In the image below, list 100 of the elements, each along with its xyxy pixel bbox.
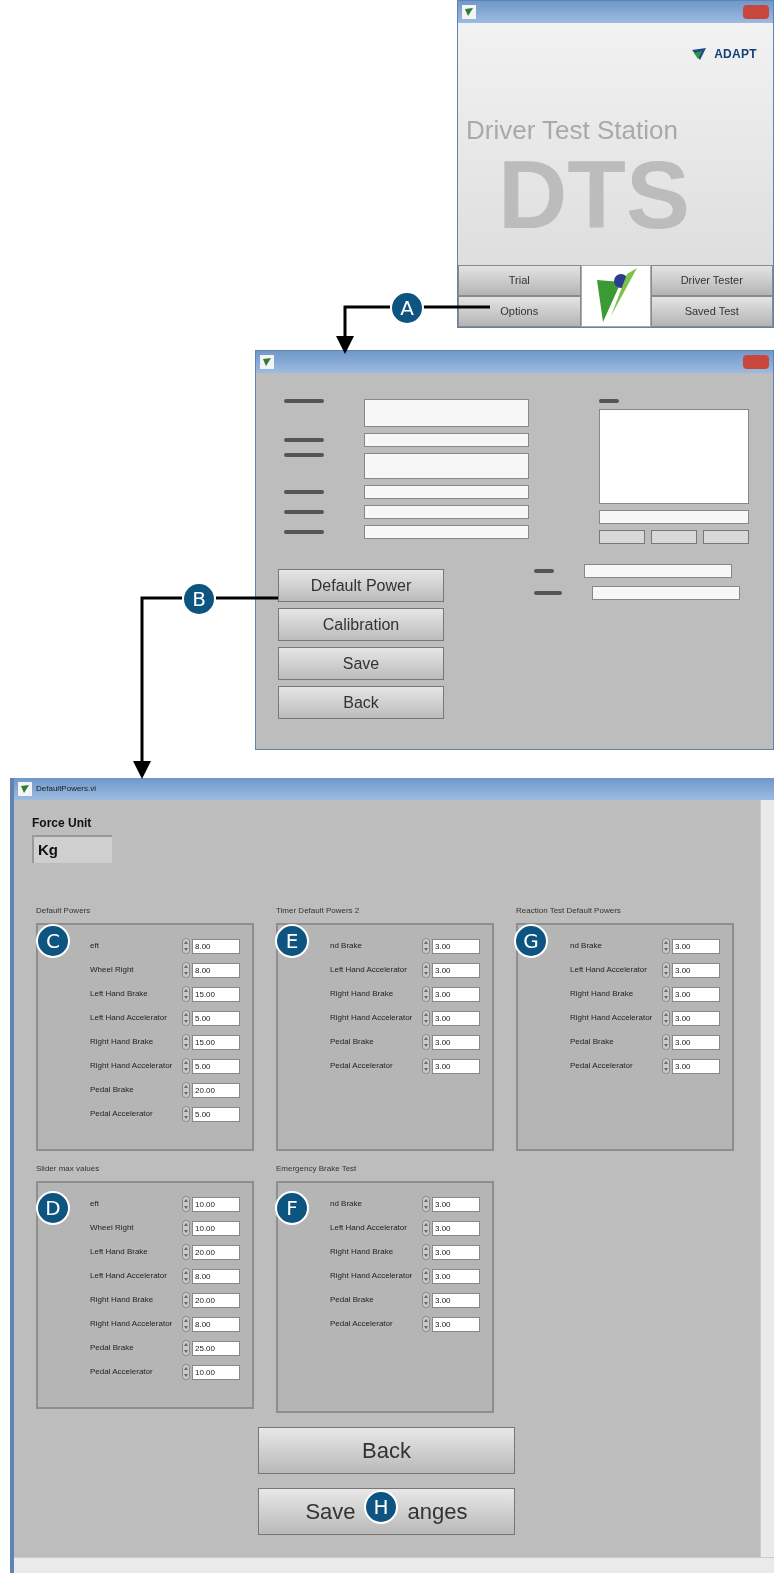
number-field[interactable]: 3.00: [672, 962, 720, 978]
field-label: Pedal Brake: [90, 1342, 135, 1354]
spinner-icon[interactable]: [422, 1034, 430, 1050]
spinner-icon[interactable]: [182, 1268, 190, 1284]
field-label: Pedal Brake: [330, 1036, 375, 1048]
number-field[interactable]: 5.00: [192, 1106, 240, 1122]
input-field[interactable]: [364, 399, 529, 427]
number-field[interactable]: 20.00: [192, 1082, 240, 1098]
number-field[interactable]: 3.00: [432, 1010, 480, 1026]
number-field[interactable]: 10.00: [192, 1196, 240, 1212]
spinner-icon[interactable]: [662, 962, 670, 978]
number-field[interactable]: 3.00: [432, 1196, 480, 1212]
number-field[interactable]: 5.00: [192, 1058, 240, 1074]
number-field[interactable]: 3.00: [432, 1034, 480, 1050]
number-field[interactable]: 10.00: [192, 1364, 240, 1380]
spinner-icon[interactable]: [422, 1316, 430, 1332]
spinner-icon[interactable]: [422, 1058, 430, 1074]
number-field[interactable]: 3.00: [672, 986, 720, 1002]
small-button[interactable]: [703, 530, 749, 544]
small-button[interactable]: [651, 530, 697, 544]
menu-button[interactable]: Saved Test: [650, 296, 773, 327]
input-field[interactable]: [364, 485, 529, 499]
number-field[interactable]: 3.00: [672, 1010, 720, 1026]
menu-button[interactable]: Driver Tester: [650, 265, 773, 296]
spinner-icon[interactable]: [182, 962, 190, 978]
number-field[interactable]: 3.00: [432, 986, 480, 1002]
horizontal-scrollbar[interactable]: [14, 1557, 774, 1573]
spinner-icon[interactable]: [182, 986, 190, 1002]
spinner-icon[interactable]: [182, 1034, 190, 1050]
input-field[interactable]: [364, 433, 529, 447]
spinner-icon[interactable]: [422, 986, 430, 1002]
names-list[interactable]: [599, 409, 749, 504]
number-field[interactable]: 3.00: [672, 938, 720, 954]
back-button[interactable]: Back: [258, 1427, 515, 1474]
spinner-icon[interactable]: [422, 962, 430, 978]
illegible-label: [284, 510, 324, 514]
number-field[interactable]: 3.00: [432, 1058, 480, 1074]
vertical-scrollbar[interactable]: [760, 800, 774, 1557]
spinner-icon[interactable]: [662, 1034, 670, 1050]
spinner-icon[interactable]: [182, 1010, 190, 1026]
spinner-icon[interactable]: [182, 938, 190, 954]
number-field[interactable]: 20.00: [192, 1244, 240, 1260]
number-field[interactable]: 8.00: [192, 962, 240, 978]
spinner-icon[interactable]: [182, 1220, 190, 1236]
default-power-button[interactable]: Default Power: [278, 569, 444, 602]
spinner-icon[interactable]: [182, 1364, 190, 1380]
number-field[interactable]: 3.00: [432, 938, 480, 954]
input-field[interactable]: [599, 510, 749, 524]
number-field[interactable]: 3.00: [432, 1292, 480, 1308]
number-field[interactable]: 3.00: [432, 1268, 480, 1284]
calibration-button[interactable]: Calibration: [278, 608, 444, 641]
number-field[interactable]: 10.00: [192, 1220, 240, 1236]
number-field[interactable]: 25.00: [192, 1340, 240, 1356]
spinner-icon[interactable]: [182, 1292, 190, 1308]
spinner-icon[interactable]: [662, 1010, 670, 1026]
spinner-icon[interactable]: [422, 938, 430, 954]
input-field[interactable]: [592, 586, 740, 600]
save-button[interactable]: Save: [278, 647, 444, 680]
spinner-icon[interactable]: [182, 1196, 190, 1212]
back-button[interactable]: Back: [278, 686, 444, 719]
input-field[interactable]: [584, 564, 732, 578]
spinner-icon[interactable]: [182, 1106, 190, 1122]
spinner-icon[interactable]: [182, 1340, 190, 1356]
spinner-icon[interactable]: [422, 1292, 430, 1308]
number-field[interactable]: 3.00: [672, 1034, 720, 1050]
number-field[interactable]: 15.00: [192, 1034, 240, 1050]
spinner-icon[interactable]: [422, 1196, 430, 1212]
number-field[interactable]: 8.00: [192, 1316, 240, 1332]
spinner-icon[interactable]: [422, 1244, 430, 1260]
illegible-label: [284, 399, 324, 403]
number-field[interactable]: 3.00: [672, 1058, 720, 1074]
number-field[interactable]: 3.00: [432, 962, 480, 978]
field-label: Left Hand Accelerator: [330, 964, 408, 976]
small-button[interactable]: [599, 530, 645, 544]
input-field[interactable]: [364, 505, 529, 519]
number-field[interactable]: 3.00: [432, 1244, 480, 1260]
field-label: Wheel Right: [90, 964, 135, 976]
menu-button[interactable]: Options: [458, 296, 581, 327]
field-label: Left Hand Brake: [90, 988, 149, 1000]
spinner-icon[interactable]: [662, 938, 670, 954]
spinner-icon[interactable]: [182, 1058, 190, 1074]
spinner-icon[interactable]: [422, 1010, 430, 1026]
spinner-icon[interactable]: [422, 1220, 430, 1236]
input-field[interactable]: [364, 525, 529, 539]
field-label: Right Hand Brake: [330, 1246, 395, 1258]
number-field[interactable]: 8.00: [192, 938, 240, 954]
number-field[interactable]: 5.00: [192, 1010, 240, 1026]
number-field[interactable]: 3.00: [432, 1220, 480, 1236]
spinner-icon[interactable]: [422, 1268, 430, 1284]
number-field[interactable]: 3.00: [432, 1316, 480, 1332]
input-field[interactable]: [364, 453, 529, 479]
menu-button[interactable]: Trial: [458, 265, 581, 296]
spinner-icon[interactable]: [182, 1082, 190, 1098]
spinner-icon[interactable]: [182, 1244, 190, 1260]
spinner-icon[interactable]: [662, 986, 670, 1002]
number-field[interactable]: 8.00: [192, 1268, 240, 1284]
number-field[interactable]: 15.00: [192, 986, 240, 1002]
spinner-icon[interactable]: [182, 1316, 190, 1332]
number-field[interactable]: 20.00: [192, 1292, 240, 1308]
spinner-icon[interactable]: [662, 1058, 670, 1074]
